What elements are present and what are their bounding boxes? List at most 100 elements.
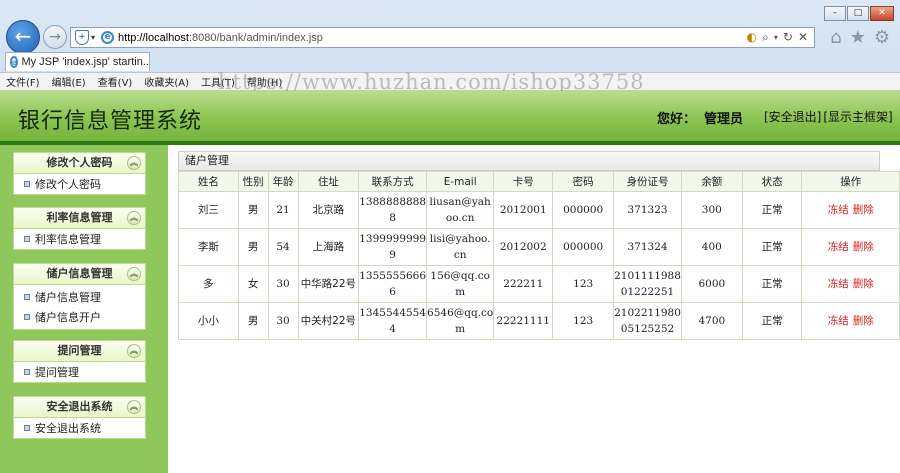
forward-arrow-icon[interactable]: → — [43, 25, 67, 49]
cell-password: 123 — [552, 302, 615, 340]
browser-tab[interactable]: e My JSP 'index.jsp' startin... ✕ — [5, 52, 150, 71]
window-controls: – □ ✕ — [824, 6, 894, 21]
cell-sex: 男 — [237, 191, 269, 229]
cell-age: 21 — [267, 191, 299, 229]
cell-password: 123 — [552, 265, 615, 303]
cell-actions: 冻结 删除 — [801, 228, 900, 266]
cell-status: 正常 — [741, 191, 803, 229]
section-title-exit[interactable]: 安全退出系统 ︽ — [13, 396, 146, 418]
ie-icon: e — [101, 31, 115, 44]
collapse-icon[interactable]: ︽ — [127, 156, 141, 170]
page-title: 银行信息管理系统 — [18, 109, 203, 134]
sidebar-item-question[interactable]: 提问管理 — [14, 362, 145, 382]
section-body-rate: 利率信息管理 — [13, 229, 146, 250]
section-body-password: 修改个人密码 — [13, 174, 146, 195]
column-header: 联系方式 — [358, 171, 428, 192]
column-header: 密码 — [552, 171, 615, 192]
menu-favorites[interactable]: 收藏夹(A) — [144, 74, 189, 89]
close-icon[interactable]: ✕ — [870, 6, 894, 21]
delete-link[interactable]: 删除 — [853, 204, 874, 216]
freeze-link[interactable]: 冻结 — [828, 204, 849, 216]
collapse-icon[interactable]: ︽ — [127, 267, 141, 281]
cell-status: 正常 — [741, 302, 803, 340]
shield-icon: + — [75, 30, 89, 45]
favorites-star-icon[interactable]: ★ — [850, 27, 866, 48]
delete-link[interactable]: 删除 — [853, 278, 874, 290]
browser-chrome: – □ ✕ ← → + ▾ e http://localhost:8080/ba… — [0, 0, 900, 91]
cell-phone: 1355555666 6 — [358, 265, 428, 303]
address-bar[interactable]: + ▾ e http://localhost:8080/bank/admin/i… — [70, 27, 815, 48]
section-title-question[interactable]: 提问管理 ︽ — [13, 340, 146, 362]
cell-card: 222211 — [493, 265, 554, 303]
freeze-link[interactable]: 冻结 — [828, 315, 849, 327]
cell-email: 6546@qq.co m — [426, 302, 495, 340]
cell-email: 156@qq.co m — [426, 265, 495, 303]
cell-age: 30 — [267, 265, 299, 303]
collapse-icon[interactable]: ︽ — [127, 400, 141, 414]
url-text[interactable]: http://localhost:8080/bank/admin/index.j… — [118, 32, 323, 44]
logout-link[interactable]: [安全退出] — [764, 110, 821, 124]
section-title-rate[interactable]: 利率信息管理 ︽ — [13, 207, 146, 229]
delete-link[interactable]: 删除 — [853, 315, 874, 327]
cell-status: 正常 — [741, 265, 803, 303]
refresh-icon[interactable]: ↻ — [783, 30, 793, 46]
compatibility-icon[interactable]: ◐ — [747, 30, 757, 46]
section-body-depositor: 储户信息管理 储户信息开户 — [13, 285, 146, 330]
cell-balance: 300 — [680, 191, 743, 229]
cell-name: 小小 — [178, 302, 239, 340]
cell-actions: 冻结 删除 — [801, 302, 900, 340]
panel-title: 储户管理 — [178, 151, 880, 171]
column-header: 卡号 — [493, 171, 554, 192]
cell-phone: 1399999999 9 — [358, 228, 428, 266]
show-main-frame-link[interactable]: [显示主框架] — [823, 110, 892, 124]
cell-id: 2101111988 01222251 — [613, 265, 682, 303]
column-header: E-mail — [426, 171, 495, 192]
maximize-icon[interactable]: □ — [847, 6, 869, 21]
home-icon[interactable]: ⌂ — [830, 27, 841, 48]
delete-link[interactable]: 删除 — [853, 241, 874, 253]
back-arrow-icon[interactable]: ← — [6, 20, 40, 54]
cell-card: 2012002 — [493, 228, 554, 266]
column-header: 身份证号 — [613, 171, 682, 192]
sidebar-item-depositor-manage[interactable]: 储户信息管理 — [14, 287, 145, 307]
search-icon[interactable]: ⌕ — [762, 30, 769, 46]
bullet-icon — [24, 314, 30, 320]
menu-bar: 文件(F) 编辑(E) 查看(V) 收藏夹(A) 工具(T) 帮助(H) — [0, 72, 900, 91]
column-header: 操作 — [801, 171, 900, 192]
cell-name: 刘三 — [178, 191, 239, 229]
sidebar-item-depositor-open[interactable]: 储户信息开户 — [14, 307, 145, 327]
cell-name: 李斯 — [178, 228, 239, 266]
cell-id: 371323 — [613, 191, 682, 229]
section-title-depositor[interactable]: 储户信息管理 ︽ — [13, 263, 146, 285]
sidebar-item-change-password[interactable]: 修改个人密码 — [14, 174, 145, 194]
minimize-icon[interactable]: – — [824, 6, 846, 21]
cell-email: liusan@yah oo.cn — [426, 191, 495, 229]
freeze-link[interactable]: 冻结 — [828, 241, 849, 253]
tab-title: My JSP 'index.jsp' startin... — [21, 56, 150, 68]
menu-tools[interactable]: 工具(T) — [201, 74, 235, 89]
menu-edit[interactable]: 编辑(E) — [52, 74, 86, 89]
collapse-icon[interactable]: ︽ — [127, 344, 141, 358]
cell-actions: 冻结 删除 — [801, 191, 900, 229]
sidebar-item-rate[interactable]: 利率信息管理 — [14, 229, 145, 249]
menu-view[interactable]: 查看(V) — [98, 74, 133, 89]
stop-icon[interactable]: ✕ — [798, 30, 808, 46]
freeze-link[interactable]: 冻结 — [828, 278, 849, 290]
menu-file[interactable]: 文件(F) — [6, 74, 40, 89]
chevron-down-icon[interactable]: ▾ — [91, 33, 95, 42]
sidebar-item-exit[interactable]: 安全退出系统 — [14, 418, 145, 438]
menu-help[interactable]: 帮助(H) — [247, 74, 282, 89]
table-row: 刘三 男 21 北京路 1388888888 8 liusan@yah oo.c… — [178, 191, 900, 229]
cell-age: 30 — [267, 302, 299, 340]
cell-actions: 冻结 删除 — [801, 265, 900, 303]
cell-password: 000000 — [552, 228, 615, 266]
chevron-down-icon[interactable]: ▾ — [774, 30, 778, 46]
cell-balance: 400 — [680, 228, 743, 266]
section-title-password[interactable]: 修改个人密码 ︽ — [13, 152, 146, 174]
gear-icon[interactable]: ⚙ — [874, 27, 890, 48]
cell-balance: 4700 — [680, 302, 743, 340]
collapse-icon[interactable]: ︽ — [127, 211, 141, 225]
section-body-exit: 安全退出系统 — [13, 418, 146, 439]
cell-name: 多 — [178, 265, 239, 303]
cell-address: 上海路 — [297, 228, 360, 266]
